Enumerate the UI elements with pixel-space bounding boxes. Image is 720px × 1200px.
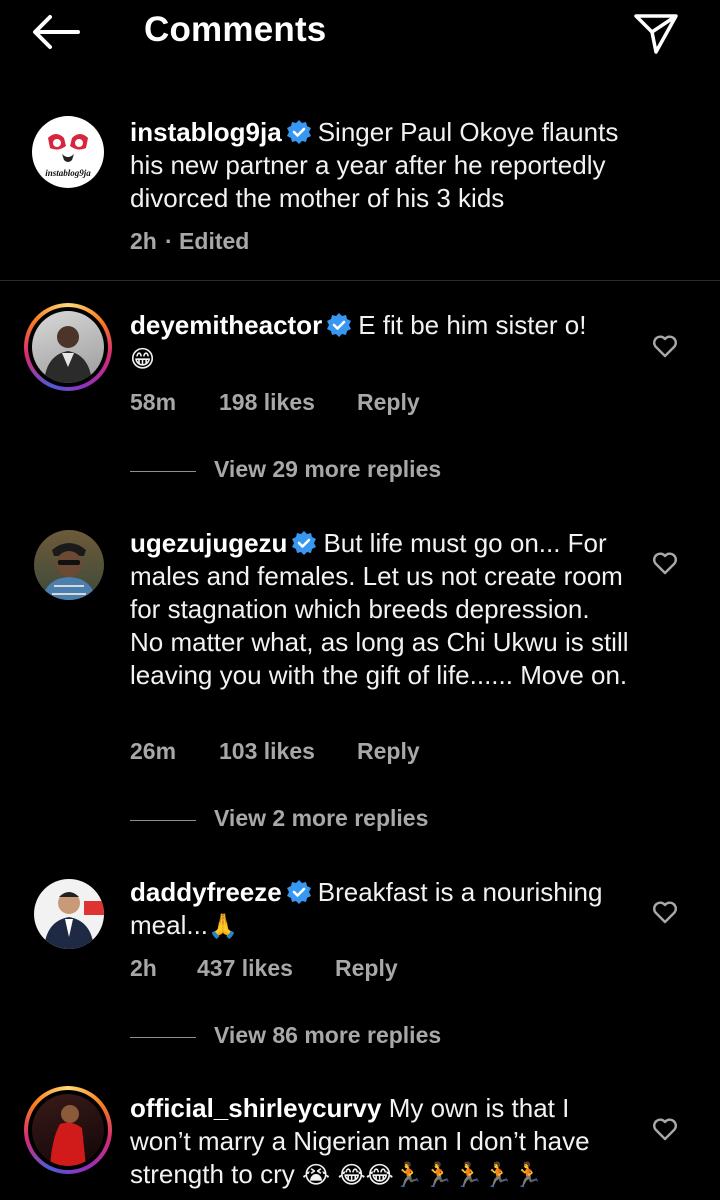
view-replies-label: View 2 more replies (214, 805, 429, 831)
replies-line (130, 471, 196, 472)
avatar[interactable] (34, 530, 104, 600)
view-replies-button[interactable]: View 2 more replies (130, 805, 530, 837)
emoji-reactions: 😭 😂😂🏃🏃🏃🏃🏃 (301, 1161, 544, 1189)
paper-plane-icon (634, 14, 678, 54)
person-photo (50, 1105, 86, 1166)
comment-username[interactable]: deyemitheactor (130, 310, 322, 340)
verified-badge-icon (286, 120, 311, 144)
header-bar: Comments (0, 0, 720, 64)
divider (0, 280, 720, 281)
reply-button[interactable]: Reply (335, 955, 398, 982)
post-caption: instablog9ja instablog9ja Singer Paul Oko… (0, 100, 720, 280)
grin-emoji: 😁 (130, 345, 156, 373)
view-replies-label: View 86 more replies (214, 1022, 442, 1048)
verified-badge-icon (292, 531, 317, 555)
person-photo (44, 892, 104, 949)
caption-username[interactable]: instablog9ja (130, 117, 282, 147)
comment-username[interactable]: official_shirleycurvy (130, 1093, 381, 1123)
likes-count[interactable]: 103 likes (219, 738, 315, 765)
reply-button[interactable]: Reply (357, 389, 420, 416)
comment-text: E fit be him sister o! (358, 310, 587, 340)
view-replies-button[interactable]: View 29 more replies (130, 456, 530, 488)
verified-badge-icon (286, 880, 311, 904)
person-photo (44, 326, 92, 383)
story-ring[interactable] (24, 1086, 112, 1174)
caption-time: 2h (130, 228, 157, 254)
back-button[interactable] (30, 12, 82, 52)
avatar[interactable] (34, 879, 104, 949)
avatar[interactable]: instablog9ja (32, 116, 104, 188)
comment-time: 26m (130, 738, 177, 764)
heart-icon[interactable] (652, 1117, 678, 1141)
comment-username[interactable]: ugezujugezu (130, 528, 287, 558)
pray-emoji: 🙏 (208, 912, 238, 940)
avatar (32, 1094, 104, 1166)
story-ring[interactable] (24, 303, 112, 391)
replies-line (130, 1037, 196, 1038)
likes-count[interactable]: 437 likes (197, 955, 293, 982)
view-replies-label: View 29 more replies (214, 456, 442, 482)
avatar (32, 311, 104, 383)
arrow-left-icon (33, 15, 80, 49)
heart-icon[interactable] (652, 900, 678, 924)
likes-count[interactable]: 198 likes (219, 389, 315, 416)
comment-time: 58m (130, 389, 177, 415)
comment-username[interactable]: daddyfreeze (130, 877, 282, 907)
share-button[interactable] (632, 8, 680, 56)
comment-time: 2h (130, 955, 157, 981)
heart-icon[interactable] (652, 551, 678, 575)
instablog9ja-logo: instablog9ja (45, 134, 91, 178)
reply-button[interactable]: Reply (357, 738, 420, 765)
caption-edited: · Edited (165, 228, 250, 254)
view-replies-button[interactable]: View 86 more replies (130, 1022, 530, 1054)
svg-text:instablog9ja: instablog9ja (45, 168, 91, 178)
page-title: Comments (144, 10, 327, 49)
verified-badge-icon (327, 313, 352, 337)
replies-line (130, 820, 196, 821)
heart-icon[interactable] (652, 334, 678, 358)
person-photo (42, 543, 96, 600)
